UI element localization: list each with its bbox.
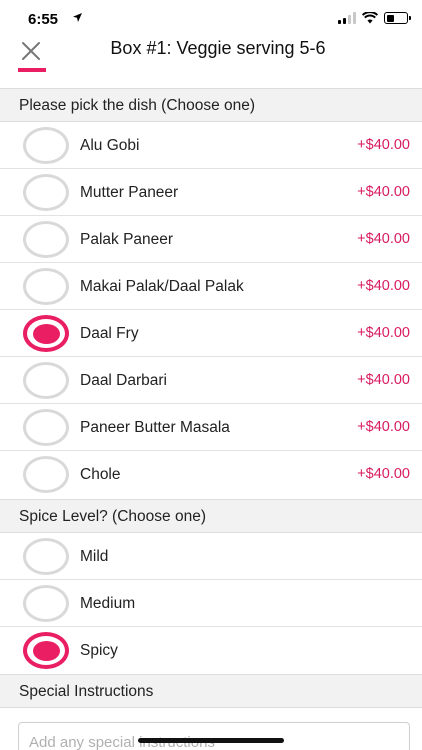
option-price: +$40.00	[357, 372, 410, 388]
option-label: Daal Darbari	[80, 372, 168, 389]
radio-button[interactable]	[22, 174, 69, 211]
option-price: +$40.00	[357, 325, 410, 341]
dish-option-daal-darbari[interactable]: Daal Darbari +$40.00	[0, 357, 422, 404]
dish-option-makai-palak[interactable]: Makai Palak/Daal Palak +$40.00	[0, 263, 422, 310]
radio-button[interactable]	[22, 538, 69, 575]
dish-option-daal-fry[interactable]: Daal Fry +$40.00	[0, 310, 422, 357]
wifi-icon	[362, 12, 378, 24]
option-label: Paneer Butter Masala	[80, 419, 230, 436]
option-label: Palak Paneer	[80, 231, 174, 248]
instructions-section-title: Special Instructions	[19, 683, 154, 700]
option-price: +$40.00	[357, 231, 410, 247]
dish-option-paneer-butter-masala[interactable]: Paneer Butter Masala +$40.00	[0, 404, 422, 451]
option-label: Daal Fry	[80, 325, 139, 342]
radio-button[interactable]	[22, 127, 69, 164]
spice-option-medium[interactable]: Medium	[0, 580, 422, 627]
option-price: +$40.00	[357, 137, 410, 153]
radio-button[interactable]	[22, 362, 69, 399]
dish-option-palak-paneer[interactable]: Palak Paneer +$40.00	[0, 216, 422, 263]
status-bar: 6:55	[0, 0, 422, 36]
option-label: Makai Palak/Daal Palak	[80, 278, 244, 295]
cellular-signal-icon	[338, 12, 356, 24]
option-label: Medium	[80, 595, 136, 612]
dish-option-chole[interactable]: Chole +$40.00	[0, 451, 422, 498]
radio-button[interactable]	[22, 221, 69, 258]
option-price: +$40.00	[357, 466, 410, 482]
dish-option-alu-gobi[interactable]: Alu Gobi +$40.00	[0, 122, 422, 169]
dish-option-mutter-paneer[interactable]: Mutter Paneer +$40.00	[0, 169, 422, 216]
option-label: Mutter Paneer	[80, 184, 179, 201]
dish-section-header: Please pick the dish (Choose one)	[0, 88, 422, 122]
option-label: Alu Gobi	[80, 137, 140, 154]
radio-button-selected[interactable]	[22, 315, 69, 352]
instructions-section-header: Special Instructions	[0, 674, 422, 708]
option-label: Chole	[80, 466, 121, 483]
spice-section-header: Spice Level? (Choose one)	[0, 499, 422, 533]
option-price: +$40.00	[357, 184, 410, 200]
nav-bar: Box #1: Veggie serving 5-6	[0, 36, 422, 68]
page-title: Box #1: Veggie serving 5-6	[110, 38, 326, 58]
option-price: +$40.00	[357, 278, 410, 294]
spice-option-mild[interactable]: Mild	[0, 533, 422, 580]
spice-option-spicy[interactable]: Spicy	[0, 627, 422, 674]
radio-button[interactable]	[22, 409, 69, 446]
special-instructions-input[interactable]	[18, 722, 410, 750]
radio-button[interactable]	[22, 585, 69, 622]
radio-button[interactable]	[22, 268, 69, 305]
status-icons	[338, 12, 411, 24]
radio-button[interactable]	[22, 456, 69, 493]
dish-section-title: Please pick the dish (Choose one)	[19, 97, 256, 114]
previous-content-peek	[0, 68, 422, 90]
radio-button-selected[interactable]	[22, 632, 69, 669]
option-price: +$40.00	[357, 419, 410, 435]
status-time: 6:55	[28, 11, 59, 28]
battery-icon	[384, 12, 411, 24]
option-label: Mild	[80, 548, 109, 565]
previous-item-thumbnail	[18, 68, 46, 72]
option-label: Spicy	[80, 642, 118, 659]
spice-section-title: Spice Level? (Choose one)	[19, 508, 206, 525]
home-indicator	[138, 738, 284, 743]
location-arrow-icon	[73, 13, 82, 22]
